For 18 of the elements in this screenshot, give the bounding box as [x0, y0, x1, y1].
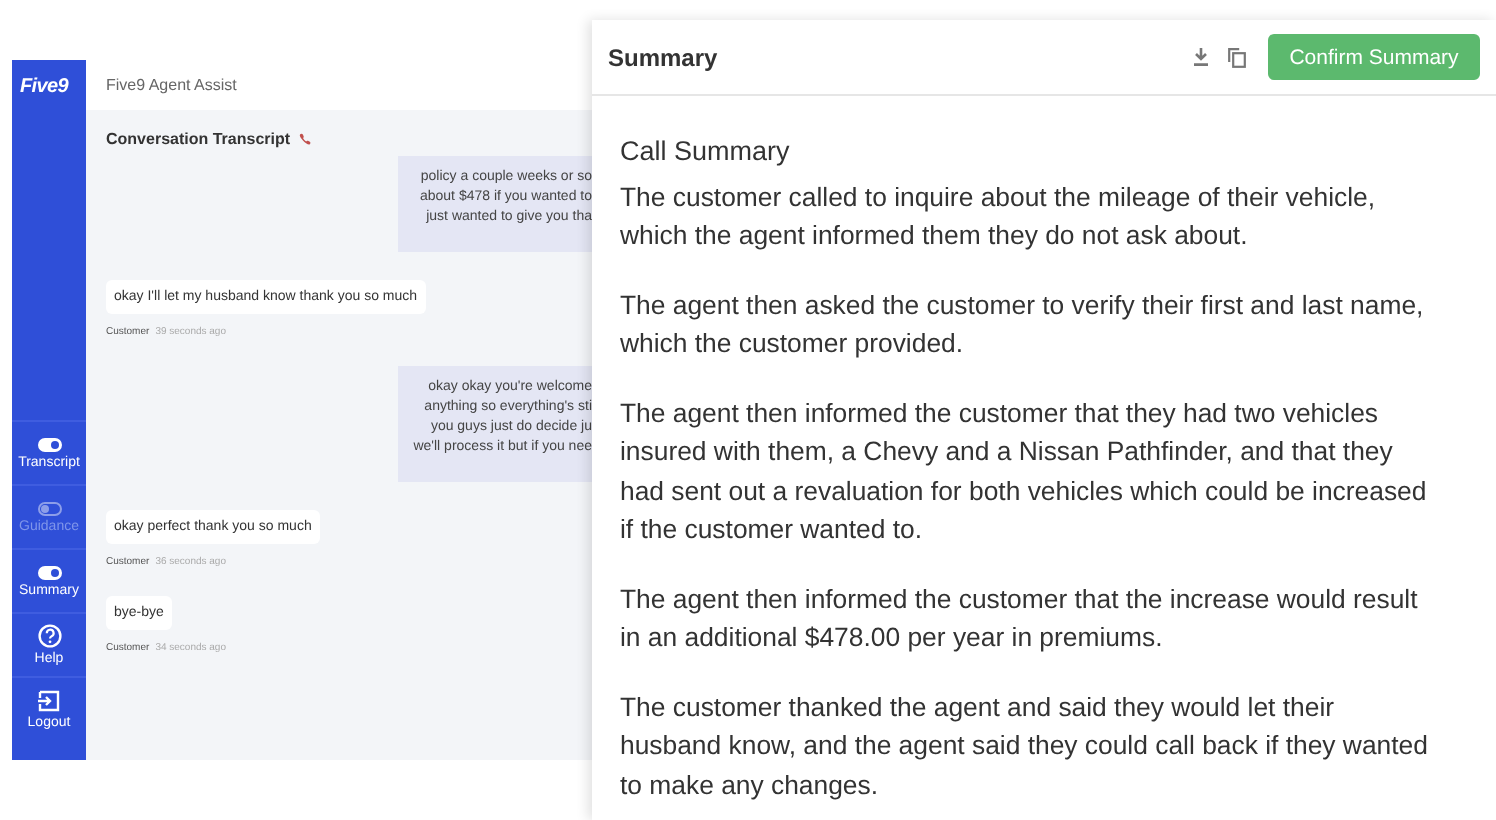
toggle-icon [37, 565, 61, 579]
summary-paragraph: The customer called to inquire about the mileage of their vehicle, which the agent informed them they do not ask about. [620, 180, 1378, 255]
summary-paragraph: The agent then asked the customer to verify their first and last name, which the customer provided. [620, 288, 1426, 363]
help-icon [37, 624, 61, 648]
copy-icon[interactable] [1228, 47, 1246, 67]
panel-title: Summary [608, 43, 720, 71]
summary-heading: Call Summary [620, 136, 792, 166]
logo: Five9 [20, 76, 69, 98]
summary-paragraph: The customer thanked the agent and said they would let their husband know, and the agent said they could call back if they wanted to make any changes. [620, 689, 1430, 804]
logout-icon [38, 689, 60, 711]
summary-paragraph: The agent then informed the customer that they had two vehicles insured with them, a Chevy and a Nissan Pathfinder, and that they had sent out a revaluation for both vehicles which could be increased if the customer wanted to. [620, 396, 1429, 549]
toggle-icon [37, 501, 61, 515]
section-heading: Conversation Transcript [106, 130, 291, 148]
toggle-icon [37, 437, 61, 451]
app-title: Five9 Agent Assist [106, 76, 237, 94]
phone-icon [298, 132, 313, 146]
summary-paragraph: The agent then informed the customer that the increase would result in an additional $478.00 per year in premiums. [620, 581, 1420, 657]
download-icon[interactable] [1194, 48, 1208, 66]
